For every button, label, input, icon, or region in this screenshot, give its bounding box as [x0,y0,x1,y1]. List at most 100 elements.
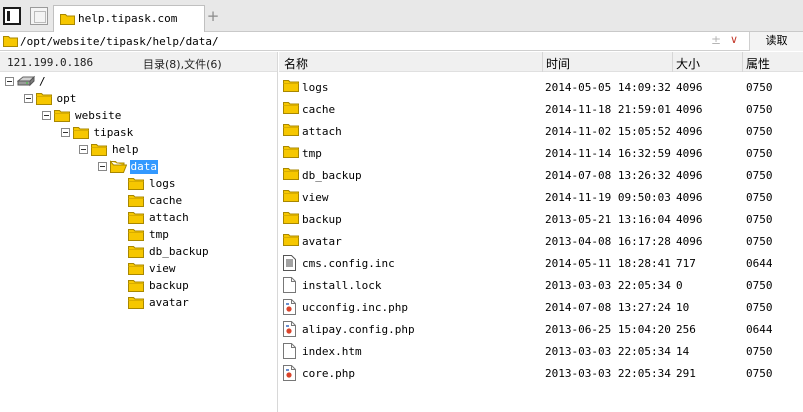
tree-node-db_backup[interactable]: db_backup [0,244,277,260]
tree-node-backup[interactable]: backup [0,278,277,294]
file-time: 2014-05-05 14:09:32 [545,81,671,94]
collapse-toggle-icon[interactable] [60,128,70,137]
folder-icon [54,109,70,125]
folder-icon [283,211,299,227]
file-time: 2014-07-08 13:26:32 [545,169,671,182]
column-name-header[interactable]: 名称 [284,55,308,71]
file-time: 2013-04-08 16:17:28 [545,235,671,248]
file-attr: 0750 [746,367,773,380]
file-time: 2014-07-08 13:27:24 [545,301,671,314]
tree-node-root[interactable]: / [0,74,277,90]
tree-node-logs[interactable]: logs [0,176,277,192]
tree-node-label: opt [56,92,77,105]
file-name: cache [302,103,336,116]
folder-icon [128,296,144,312]
tree-node-tmp[interactable]: tmp [0,227,277,243]
folder-icon [283,233,299,249]
window-button[interactable] [30,7,48,25]
file-attr: 0750 [746,147,773,160]
file-size: 4096 [676,81,703,94]
new-tab-button[interactable]: + [206,6,220,26]
file-time: 2013-06-25 15:04:20 [545,323,671,336]
tree-node-avatar[interactable]: avatar [0,295,277,311]
folder-icon [128,245,144,261]
tree-node-cache[interactable]: cache [0,193,277,209]
file-size: 10 [676,301,690,314]
tree-node-label: avatar [149,296,189,309]
file-attr: 0750 [746,235,773,248]
file-name: db_backup [302,169,362,182]
file-name: alipay.config.php [302,323,415,336]
collapse-toggle-icon[interactable] [42,111,51,120]
file-name: avatar [302,235,342,248]
table-row[interactable]: attach 2014-11-02 15:05:52 4096 0750 [279,120,803,142]
tab-bar: help.tipask.com + [0,0,803,32]
folder-icon [3,35,18,50]
folder-icon [283,189,299,205]
file-attr: 0750 [746,213,773,226]
chevron-down-icon[interactable]: ∨ [730,33,738,46]
file-list-header: 名称 时间 大小 属性 [279,52,803,72]
collapse-toggle-icon[interactable] [5,77,14,86]
table-row[interactable]: ucconfig.inc.php 2014-07-08 13:27:24 10 075… [279,296,803,318]
table-row[interactable]: index.htm 2013-03-03 22:05:34 14 0750 [279,340,803,362]
folder-icon [128,194,144,210]
file-size: 4096 [676,191,703,204]
file-size: 4096 [676,169,703,182]
folder-icon [60,13,75,28]
column-size-header[interactable]: 大小 [676,55,700,71]
table-row[interactable]: alipay.config.php 2013-06-25 15:04:20 256 0… [279,318,803,340]
file-time: 2013-03-03 22:05:34 [545,345,671,358]
table-row[interactable]: view 2014-11-19 09:50:03 4096 0750 [279,186,803,208]
table-row[interactable]: logs 2014-05-05 14:09:32 4096 0750 [279,76,803,98]
collapse-toggle-icon[interactable] [23,94,33,103]
path-input[interactable]: /opt/website/tipask/help/data/ [20,34,219,49]
column-time-header[interactable]: 时间 [546,55,570,71]
read-button[interactable]: 读取 [749,32,803,51]
file-name: logs [302,81,329,94]
tree-node-attach[interactable]: attach [0,210,277,226]
tree-node-data[interactable]: data [0,159,277,175]
table-row[interactable]: cache 2014-11-18 21:59:01 4096 0750 [279,98,803,120]
table-row[interactable]: install.lock 2013-03-03 22:05:34 0 0750 [279,274,803,296]
tree-node-label: data [129,160,158,174]
collapse-toggle-icon[interactable] [97,162,107,171]
table-row[interactable]: avatar 2013-04-08 16:17:28 4096 0750 [279,230,803,252]
file-attr: 0750 [746,125,773,138]
sidebar-toggle-button[interactable] [3,7,21,25]
tree-node-help[interactable]: help [0,142,277,158]
tree-node-website[interactable]: website [0,108,277,124]
folder-icon [128,211,144,227]
file-name: tmp [302,147,322,160]
table-row[interactable]: tmp 2014-11-14 16:32:59 4096 0750 [279,142,803,164]
tree-node-tipask[interactable]: tipask [0,125,277,141]
tree-node-label: logs [149,177,176,190]
tree-node-label: attach [149,211,189,224]
file-attr: 0750 [746,279,773,292]
file-name: backup [302,213,342,226]
table-row[interactable]: backup 2013-05-21 13:16:04 4096 0750 [279,208,803,230]
table-row[interactable]: cms.config.inc 2014-05-11 18:28:41 717 0644 [279,252,803,274]
file-attr: 0644 [746,323,773,336]
folder-icon [283,145,299,161]
table-row[interactable]: db_backup 2014-07-08 13:26:32 4096 0750 [279,164,803,186]
column-attr-header[interactable]: 属性 [746,55,770,71]
item-counts: 目录(8),文件(6) [143,58,222,71]
plus-minus-icon[interactable]: ± [711,33,721,47]
table-row[interactable]: core.php 2013-03-03 22:05:34 291 0750 [279,362,803,384]
column-divider[interactable] [672,52,673,72]
collapse-toggle-icon[interactable] [79,145,88,154]
file-time: 2014-11-02 15:05:52 [545,125,671,138]
tab-active[interactable]: help.tipask.com [53,5,205,32]
file-name: install.lock [302,279,382,292]
tree-node-view[interactable]: view [0,261,277,277]
file-icon [283,343,296,362]
tree-node-label: help [112,143,139,156]
tree-node-opt[interactable]: opt [0,91,277,107]
folder-icon [283,101,299,117]
address-bar: /opt/website/tipask/help/data/ ± ∨ 读取 [0,32,803,51]
column-divider[interactable] [742,52,743,72]
column-divider[interactable] [542,52,543,72]
tree-node-label: backup [149,279,189,292]
server-ip: 121.199.0.186 [7,56,94,69]
